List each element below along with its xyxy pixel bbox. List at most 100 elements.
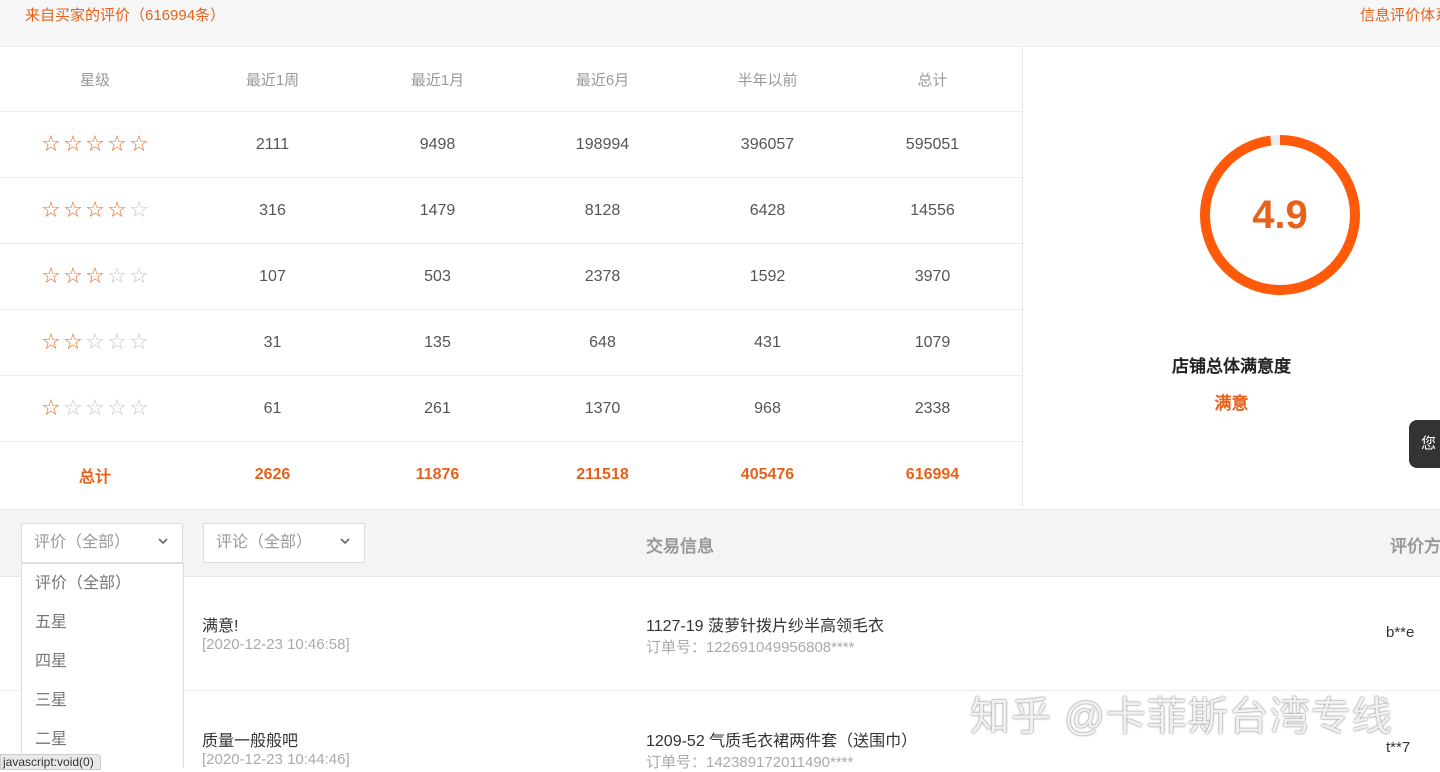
- satisfaction-score: 4.9: [1252, 193, 1308, 237]
- comment-filter-value: 评论（全部）: [216, 534, 313, 551]
- header-total: 总计: [917, 71, 948, 89]
- rating-stats-table: 星级 最近1周 最近1月 最近6月 半年以前 总计 ☆ ☆ ☆ ☆ ☆ 2111 949…: [0, 47, 1023, 507]
- review-filter-bar: 评价（全部） 评论（全部） 交易信息 评价方: [0, 509, 1440, 577]
- stat-value: 1079: [914, 333, 951, 351]
- star-empty-icon: ☆: [107, 329, 127, 354]
- star-filled-icon: ☆: [63, 131, 83, 156]
- stat-value: 503: [424, 267, 451, 285]
- review-count-title: 来自买家的评价（616994条）: [25, 7, 226, 24]
- stats-row-5-star: ☆ ☆ ☆ ☆ ☆ 2111 9498 198994 396057 595051: [0, 112, 1022, 178]
- total-value: 616994: [905, 465, 960, 483]
- stat-value: 1370: [584, 399, 621, 417]
- stat-value: 2338: [914, 399, 951, 417]
- total-value: 2626: [254, 465, 291, 483]
- star-filled-icon: ☆: [85, 263, 105, 288]
- dropdown-option-3-star[interactable]: 三星: [22, 681, 183, 720]
- rating-filter-value: 评价（全部）: [34, 534, 131, 551]
- star-filled-icon: ☆: [41, 197, 61, 222]
- stat-value: 3970: [914, 267, 951, 285]
- star-empty-icon: ☆: [129, 197, 149, 222]
- stat-value: 431: [754, 333, 781, 351]
- star-filled-icon: ☆: [41, 329, 61, 354]
- store-satisfaction-panel: 4.9 店铺总体满意度 满意: [1023, 47, 1440, 507]
- stat-value: 9498: [419, 135, 456, 153]
- star-filled-icon: ☆: [41, 395, 61, 420]
- stat-value: 135: [424, 333, 451, 351]
- star-filled-icon: ☆: [107, 197, 127, 222]
- star-filled-icon: ☆: [85, 131, 105, 156]
- review-comment: 满意!: [202, 618, 239, 635]
- rating-system-link[interactable]: 信息评价体系: [1360, 4, 1440, 25]
- stat-value: 6428: [749, 201, 786, 219]
- star-filled-icon: ☆: [107, 131, 127, 156]
- star-empty-icon: ☆: [63, 395, 83, 420]
- star-empty-icon: ☆: [107, 263, 127, 288]
- stats-total-row: 总计 2626 11876 211518 405476 616994: [0, 442, 1022, 507]
- product-name[interactable]: 1209-52 气质毛衣裙两件套（送围巾）: [646, 727, 917, 751]
- stats-header-row: 星级 最近1周 最近1月 最近6月 半年以前 总计: [0, 47, 1022, 112]
- watermark: 知乎 @卡菲斯台湾专线: [970, 695, 1393, 739]
- star-filled-icon: ☆: [63, 329, 83, 354]
- comment-filter-select[interactable]: 评论（全部）: [203, 523, 365, 563]
- stat-value: 396057: [740, 135, 795, 153]
- star-empty-icon: ☆: [107, 395, 127, 420]
- dropdown-option-4-star[interactable]: 四星: [22, 642, 183, 681]
- stat-value: 31: [263, 333, 282, 351]
- chevron-down-icon: [158, 538, 168, 545]
- dropdown-option-5-star[interactable]: 五星: [22, 603, 183, 642]
- star-filled-icon: ☆: [41, 131, 61, 156]
- stat-value: 1592: [749, 267, 786, 285]
- star-filled-icon: ☆: [85, 197, 105, 222]
- reviewer-name: b**e: [1386, 624, 1415, 641]
- review-time: [2020-12-23 10:44:46]: [202, 751, 350, 768]
- stats-row-1-star: ☆ ☆ ☆ ☆ ☆ 61 261 1370 968 2338: [0, 376, 1022, 442]
- stat-value: 198994: [575, 135, 630, 153]
- review-time: [2020-12-23 10:46:58]: [202, 636, 350, 653]
- stat-value: 261: [424, 399, 451, 417]
- star-empty-icon: ☆: [85, 395, 105, 420]
- star-empty-icon: ☆: [129, 395, 149, 420]
- satisfaction-level: 满意: [1214, 394, 1249, 413]
- star-filled-icon: ☆: [63, 263, 83, 288]
- header-last-6-months: 最近6月: [575, 71, 630, 89]
- star-rating: ☆ ☆ ☆ ☆ ☆: [40, 397, 150, 419]
- satisfaction-title: 店铺总体满意度: [1172, 357, 1291, 376]
- star-rating: ☆ ☆ ☆ ☆ ☆: [40, 133, 150, 155]
- star-rating: ☆ ☆ ☆ ☆ ☆: [40, 331, 150, 353]
- total-value: 211518: [576, 465, 629, 483]
- stat-value: 8128: [584, 201, 621, 219]
- reviewer-column-title: 评价方: [1390, 537, 1440, 556]
- stat-value: 61: [263, 399, 282, 417]
- stats-row-2-star: ☆ ☆ ☆ ☆ ☆ 31 135 648 431 1079: [0, 310, 1022, 376]
- star-empty-icon: ☆: [129, 329, 149, 354]
- order-number: 订单号：142389172011490****: [646, 754, 854, 771]
- total-value: 405476: [740, 465, 795, 483]
- header-star-level: 星级: [79, 71, 110, 89]
- floating-help-tab[interactable]: 您: [1409, 420, 1440, 468]
- review-header-bar: 来自买家的评价（616994条） 信息评价体系: [0, 0, 1440, 47]
- stat-value: 316: [259, 201, 286, 219]
- header-last-week: 最近1周: [245, 71, 300, 89]
- stat-value: 107: [259, 267, 286, 285]
- dropdown-option-all[interactable]: 评价（全部）: [22, 564, 183, 603]
- review-comment: 质量一般般吧: [202, 733, 299, 750]
- stat-value: 595051: [905, 135, 960, 153]
- star-filled-icon: ☆: [63, 197, 83, 222]
- star-rating: ☆ ☆ ☆ ☆ ☆: [40, 199, 150, 221]
- chevron-down-icon: [340, 538, 350, 545]
- rating-filter-dropdown: 评价（全部） 五星 四星 三星 二星: [21, 563, 184, 768]
- trade-info-column-title: 交易信息: [646, 537, 714, 556]
- stat-value: 2111: [255, 135, 290, 153]
- stats-row-3-star: ☆ ☆ ☆ ☆ ☆ 107 503 2378 1592 3970: [0, 244, 1022, 310]
- total-value: 11876: [415, 465, 460, 483]
- rating-filter-select[interactable]: 评价（全部）: [21, 523, 183, 563]
- stat-value: 968: [754, 399, 781, 417]
- total-label: 总计: [78, 468, 111, 486]
- review-row: 满意! [2020-12-23 10:46:58] 1127-19 菠萝针拨片纱…: [0, 576, 1440, 691]
- star-empty-icon: ☆: [129, 263, 149, 288]
- star-rating: ☆ ☆ ☆ ☆ ☆: [40, 265, 150, 287]
- star-filled-icon: ☆: [41, 263, 61, 288]
- stat-value: 648: [589, 333, 616, 351]
- product-name[interactable]: 1127-19 菠萝针拨片纱半高领毛衣: [646, 612, 884, 636]
- star-filled-icon: ☆: [129, 131, 149, 156]
